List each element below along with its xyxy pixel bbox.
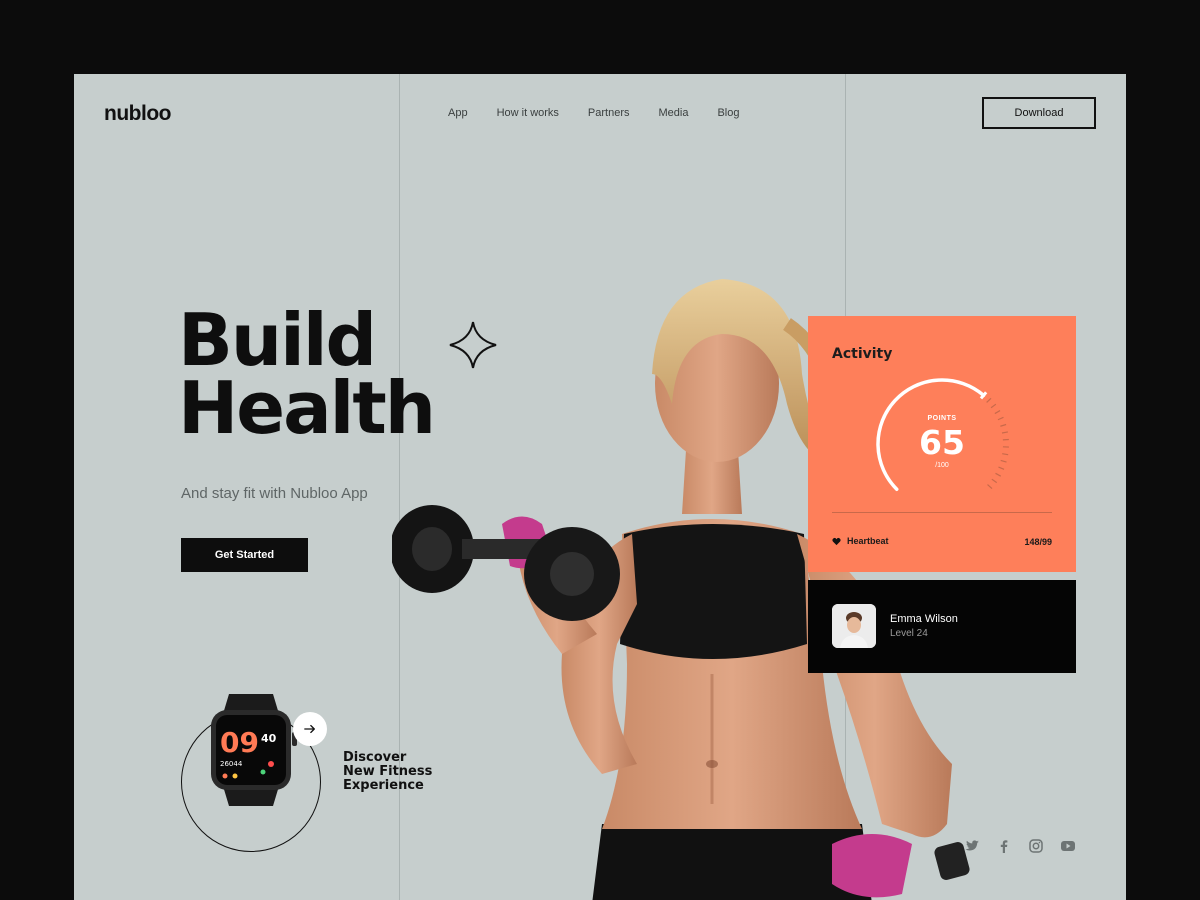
- hero-title-line2: Health: [178, 366, 436, 450]
- sparkle-icon: [449, 321, 497, 369]
- gauge-tick: [986, 397, 992, 403]
- user-card[interactable]: Emma Wilson Level 24: [808, 580, 1076, 673]
- discover-text: Discover New Fitness Experience: [343, 751, 432, 793]
- youtube-icon[interactable]: [1060, 838, 1076, 854]
- points-value: 65: [919, 423, 965, 462]
- discover-line2: New Fitness: [343, 764, 433, 779]
- gauge-tick: [990, 403, 997, 409]
- arrow-right-icon: [304, 724, 315, 734]
- activity-divider: [832, 512, 1052, 513]
- facebook-icon[interactable]: [996, 838, 1012, 854]
- heartbeat-label: Heartbeat: [847, 536, 889, 546]
- points-label: POINTS: [927, 415, 957, 422]
- nav-item-blog[interactable]: Blog: [717, 107, 739, 119]
- twitter-icon[interactable]: [964, 838, 980, 854]
- activity-title: Activity: [832, 346, 893, 362]
- instagram-icon[interactable]: [1028, 838, 1044, 854]
- heart-icon: [832, 537, 841, 545]
- nav-item-how-it-works[interactable]: How it works: [497, 107, 559, 119]
- social-links: [964, 838, 1076, 854]
- hero-title-line1: Build: [178, 298, 377, 382]
- activity-card: Activity POINTS 65 /100 Heartbeat 148/99: [808, 316, 1076, 572]
- avatar: [832, 604, 876, 648]
- watch-minutes: 40: [261, 732, 277, 745]
- discover-line3: Experience: [343, 778, 424, 793]
- watch-hours: 09: [220, 726, 259, 759]
- points-max: /100: [935, 462, 949, 469]
- smartwatch-image: 09 40 26044: [211, 694, 297, 806]
- watch-steps-value: 26044: [220, 760, 243, 768]
- logo[interactable]: nubloo: [104, 102, 171, 126]
- heartbeat-value: 148/99: [1024, 537, 1052, 547]
- nav-item-partners[interactable]: Partners: [588, 107, 630, 119]
- user-name: Emma Wilson: [890, 613, 958, 625]
- heartbeat-row: Heartbeat: [832, 536, 889, 546]
- gauge-tick: [994, 410, 1001, 415]
- download-button[interactable]: Download: [982, 97, 1096, 129]
- main-nav: App How it works Partners Media Blog: [448, 107, 740, 119]
- nav-item-app[interactable]: App: [448, 107, 468, 119]
- discover-arrow-button[interactable]: [293, 712, 327, 746]
- discover-line1: Discover: [343, 750, 407, 765]
- gauge-tick: [995, 472, 1002, 477]
- landing-page: nubloo App How it works Partners Media B…: [74, 74, 1126, 900]
- user-avatar-image: [832, 604, 876, 648]
- gauge-tick: [987, 484, 993, 490]
- user-level: Level 24: [890, 628, 928, 639]
- hero-subtitle: And stay fit with Nubloo App: [181, 485, 368, 502]
- get-started-button[interactable]: Get Started: [181, 538, 308, 572]
- gauge-tick: [991, 478, 998, 484]
- nav-item-media[interactable]: Media: [659, 107, 689, 119]
- hero-title: Build Health: [178, 298, 436, 450]
